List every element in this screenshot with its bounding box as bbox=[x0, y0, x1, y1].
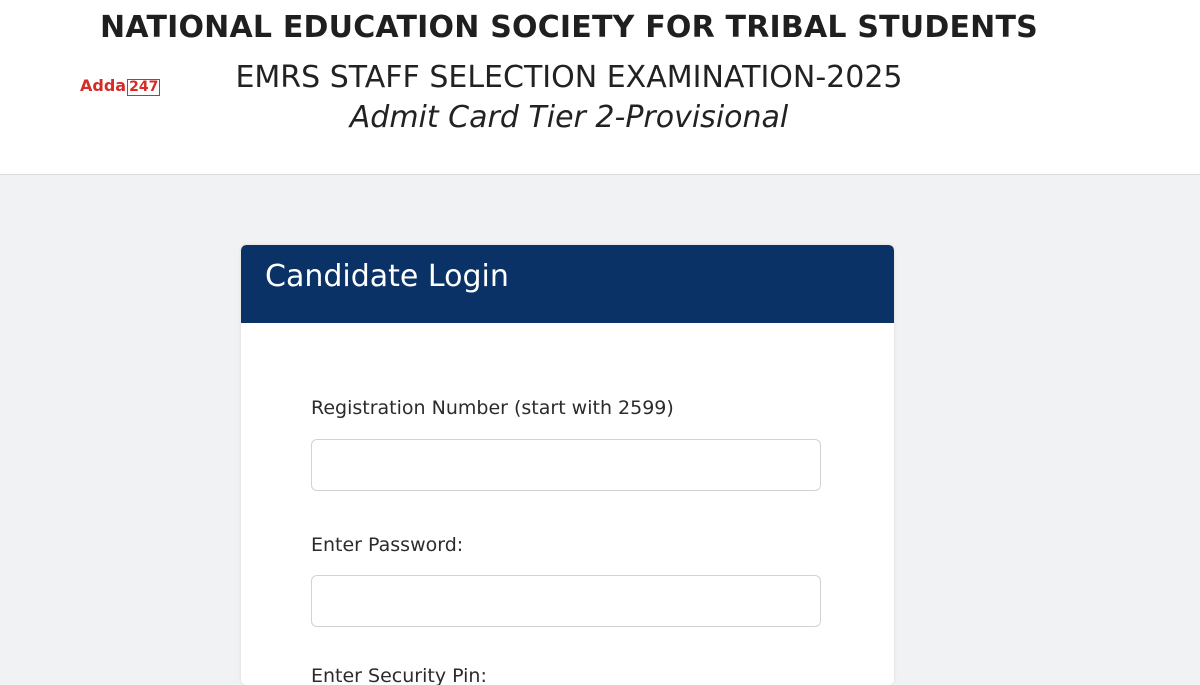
password-input[interactable] bbox=[311, 575, 821, 627]
registration-number-input[interactable] bbox=[311, 439, 821, 491]
candidate-login-card: Candidate Login Registration Number (sta… bbox=[241, 245, 894, 685]
exam-title: EMRS STAFF SELECTION EXAMINATION-2025 bbox=[235, 60, 903, 95]
login-card-title: Candidate Login bbox=[265, 259, 509, 294]
password-label: Enter Password: bbox=[311, 534, 464, 556]
registration-number-label: Registration Number (start with 2599) bbox=[311, 397, 674, 419]
organization-title: NATIONAL EDUCATION SOCIETY FOR TRIBAL ST… bbox=[100, 10, 1038, 45]
login-card-header: Candidate Login bbox=[241, 245, 894, 323]
admit-card-subtitle: Admit Card Tier 2-Provisional bbox=[349, 100, 789, 135]
security-pin-label: Enter Security Pin: bbox=[311, 665, 487, 685]
page-header: Adda 247 NATIONAL EDUCATION SOCIETY FOR T… bbox=[0, 0, 1200, 175]
